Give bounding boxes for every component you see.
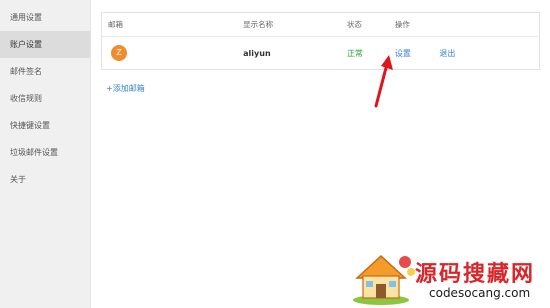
logout-link[interactable]: 退出 (439, 49, 455, 58)
table-row: Z aliyun 正常 设置 退出 (102, 37, 540, 70)
sidebar-item-receive-rules[interactable]: 收信规则 (0, 85, 90, 112)
sidebar-item-about[interactable]: 关于 (0, 166, 90, 193)
sidebar-item-mail-signature[interactable]: 邮件签名 (0, 58, 90, 85)
column-header-actions: 操作 (388, 12, 540, 37)
sidebar-item-shortcut-settings[interactable]: 快捷键设置 (0, 112, 90, 139)
column-header-status: 状态 (340, 12, 389, 37)
house-logo-icon (353, 254, 415, 305)
watermark: 源码搜藏网 codesocang.com (345, 248, 550, 308)
add-mailbox-link[interactable]: +添加邮箱 (106, 83, 145, 94)
settings-sidebar: 通用设置 账户设置 邮件签名 收信规则 快捷键设置 垃圾邮件设置 关于 (0, 0, 91, 308)
sidebar-item-account-settings[interactable]: 账户设置 (0, 31, 90, 58)
status-badge: 正常 (346, 48, 363, 58)
sidebar-item-general-settings[interactable]: 通用设置 (0, 4, 90, 31)
column-header-email: 邮箱 (101, 12, 238, 37)
cell-display-name: aliyun (237, 37, 341, 70)
display-name-text: aliyun (243, 48, 271, 58)
annotation-arrow-icon (374, 55, 393, 108)
watermark-url: codesocang.com (429, 286, 531, 300)
avatar: Z (111, 45, 127, 61)
table-header-row: 邮箱 显示名称 状态 操作 (101, 12, 540, 37)
settings-link[interactable]: 设置 (395, 49, 411, 58)
cell-actions: 设置 退出 (389, 37, 540, 70)
watermark-title: 源码搜藏网 (415, 261, 536, 287)
sidebar-item-spam-settings[interactable]: 垃圾邮件设置 (0, 139, 90, 166)
cell-email: Z (102, 37, 238, 70)
accounts-table: 邮箱 显示名称 状态 操作 Z aliyun 正常 设置 退出 (101, 12, 540, 70)
column-header-display-name: 显示名称 (237, 12, 341, 37)
